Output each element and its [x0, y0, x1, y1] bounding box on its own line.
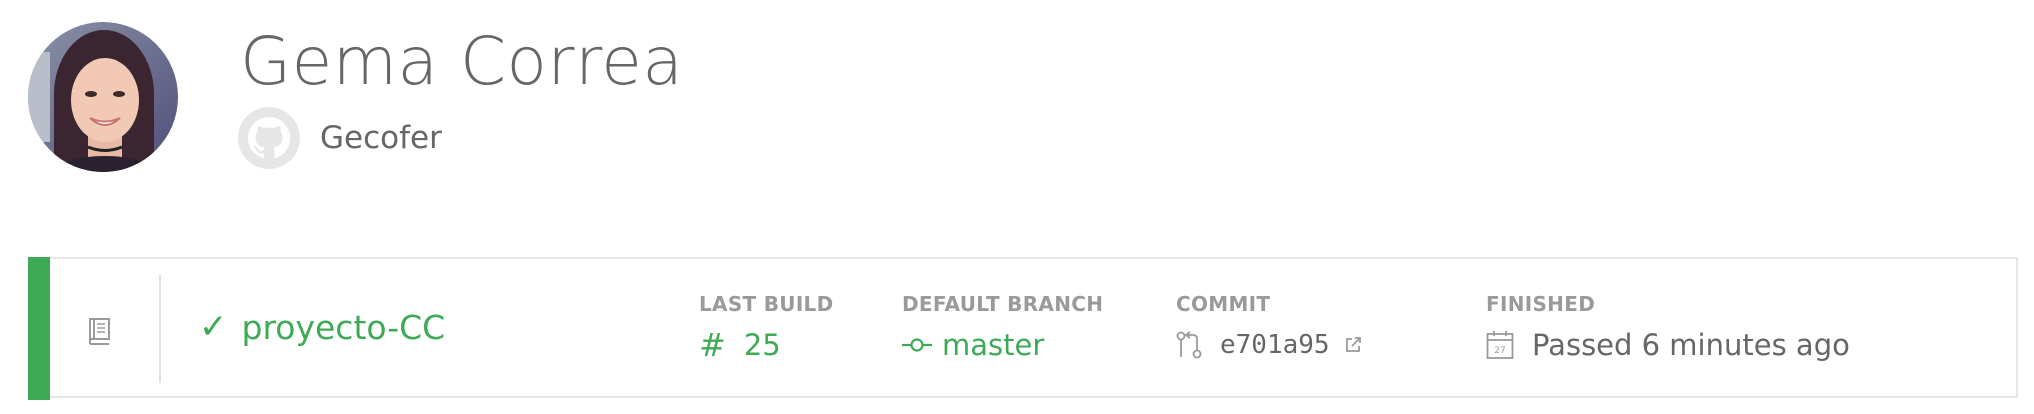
repo-name-link[interactable]: ✓ proyecto-CC	[199, 301, 445, 353]
check-icon: ✓	[199, 307, 228, 347]
build-status-bar	[28, 257, 50, 400]
branch-icon	[902, 337, 932, 353]
default-branch-value: master	[942, 328, 1045, 362]
commit-field: e701a95	[1176, 325, 1362, 365]
finished-time: Passed 6 minutes ago	[1532, 328, 1850, 362]
profile-name: Gema Correa	[240, 23, 684, 100]
commit-label: COMMIT	[1176, 292, 1271, 316]
default-branch-link[interactable]: master	[902, 325, 1044, 365]
commit-hash: e701a95	[1220, 330, 1330, 360]
card-divider	[159, 275, 161, 383]
default-branch-label: DEFAULT BRANCH	[902, 292, 1104, 316]
last-build-number: 25	[743, 328, 781, 362]
avatar	[28, 22, 178, 172]
repository-card: ✓ proyecto-CC LAST BUILD # 25 DEFAULT BR…	[28, 257, 2018, 400]
commit-icon	[1176, 331, 1202, 359]
last-build-label: LAST BUILD	[699, 292, 834, 316]
calendar-icon: 27	[1486, 330, 1514, 360]
github-icon	[238, 107, 300, 169]
external-link-icon[interactable]	[1344, 336, 1362, 354]
svg-text:27: 27	[1494, 346, 1505, 356]
finished-field: 27 Passed 6 minutes ago	[1486, 325, 1850, 365]
last-build-link[interactable]: # 25	[699, 325, 781, 365]
finished-label: FINISHED	[1486, 292, 1596, 316]
repo-name: proyecto-CC	[241, 307, 446, 347]
github-username: Gecofer	[320, 120, 442, 156]
repo-icon	[86, 317, 112, 347]
github-profile-link[interactable]: Gecofer	[238, 106, 442, 170]
hash-icon: #	[699, 326, 726, 364]
